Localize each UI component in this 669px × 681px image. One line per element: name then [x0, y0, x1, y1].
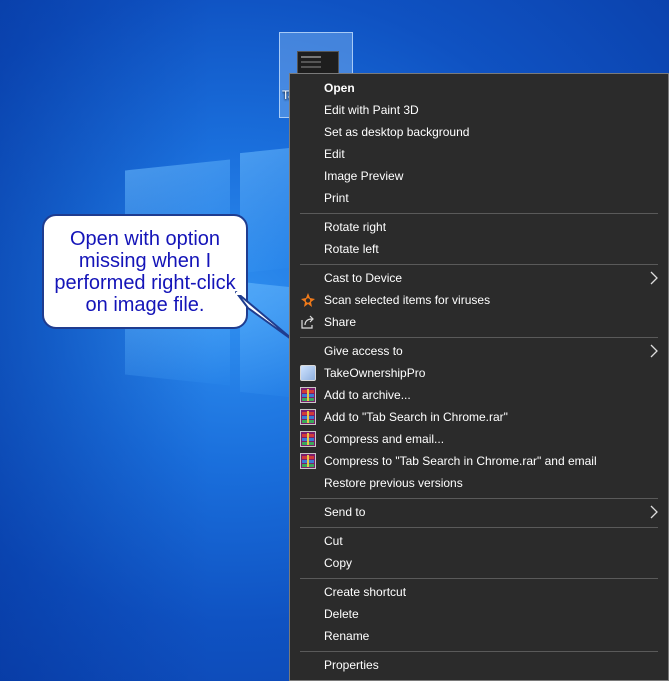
menu-item-rotate-left[interactable]: Rotate left: [290, 238, 668, 260]
winrar-icon: [300, 453, 316, 469]
menu-separator: [300, 651, 658, 652]
menu-item-takeownershippro[interactable]: TakeOwnershipPro: [290, 362, 668, 384]
menu-item-properties[interactable]: Properties: [290, 654, 668, 676]
annotation-callout: Open with option missing when I performe…: [42, 214, 248, 329]
menu-item-print[interactable]: Print: [290, 187, 668, 209]
takeownership-icon: [300, 365, 316, 381]
menu-item-restore-previous-versions[interactable]: Restore previous versions: [290, 472, 668, 494]
menu-item-delete[interactable]: Delete: [290, 603, 668, 625]
menu-item-create-shortcut[interactable]: Create shortcut: [290, 581, 668, 603]
menu-item-edit-with-paint-3d[interactable]: Edit with Paint 3D: [290, 99, 668, 121]
menu-item-rotate-right[interactable]: Rotate right: [290, 216, 668, 238]
menu-item-cut[interactable]: Cut: [290, 530, 668, 552]
winrar-icon: [300, 387, 316, 403]
winrar-icon: [300, 409, 316, 425]
callout-text: Open with option missing when I performe…: [54, 227, 236, 316]
share-icon: [301, 315, 314, 329]
menu-item-add-to-archive[interactable]: Add to archive...: [290, 384, 668, 406]
menu-item-image-preview[interactable]: Image Preview: [290, 165, 668, 187]
chevron-right-icon: [650, 505, 658, 519]
menu-item-add-to-rar[interactable]: Add to "Tab Search in Chrome.rar": [290, 406, 668, 428]
menu-item-give-access-to[interactable]: Give access to: [290, 340, 668, 362]
menu-item-cast-to-device[interactable]: Cast to Device: [290, 267, 668, 289]
winrar-icon: [300, 431, 316, 447]
menu-item-edit[interactable]: Edit: [290, 143, 668, 165]
menu-separator: [300, 578, 658, 579]
menu-separator: [300, 337, 658, 338]
menu-item-open[interactable]: Open: [290, 77, 668, 99]
menu-item-rename[interactable]: Rename: [290, 625, 668, 647]
menu-item-compress-to-rar-and-email[interactable]: Compress to "Tab Search in Chrome.rar" a…: [290, 450, 668, 472]
menu-item-copy[interactable]: Copy: [290, 552, 668, 574]
menu-separator: [300, 498, 658, 499]
chevron-right-icon: [650, 271, 658, 285]
menu-separator: [300, 527, 658, 528]
menu-item-set-as-desktop-background[interactable]: Set as desktop background: [290, 121, 668, 143]
menu-separator: [300, 264, 658, 265]
avast-icon: [301, 293, 315, 307]
chevron-right-icon: [650, 344, 658, 358]
menu-separator: [300, 213, 658, 214]
menu-item-send-to[interactable]: Send to: [290, 501, 668, 523]
menu-item-share[interactable]: Share: [290, 311, 668, 333]
menu-item-compress-and-email[interactable]: Compress and email...: [290, 428, 668, 450]
context-menu: Open Edit with Paint 3D Set as desktop b…: [289, 73, 669, 681]
menu-item-scan-viruses[interactable]: Scan selected items for viruses: [290, 289, 668, 311]
